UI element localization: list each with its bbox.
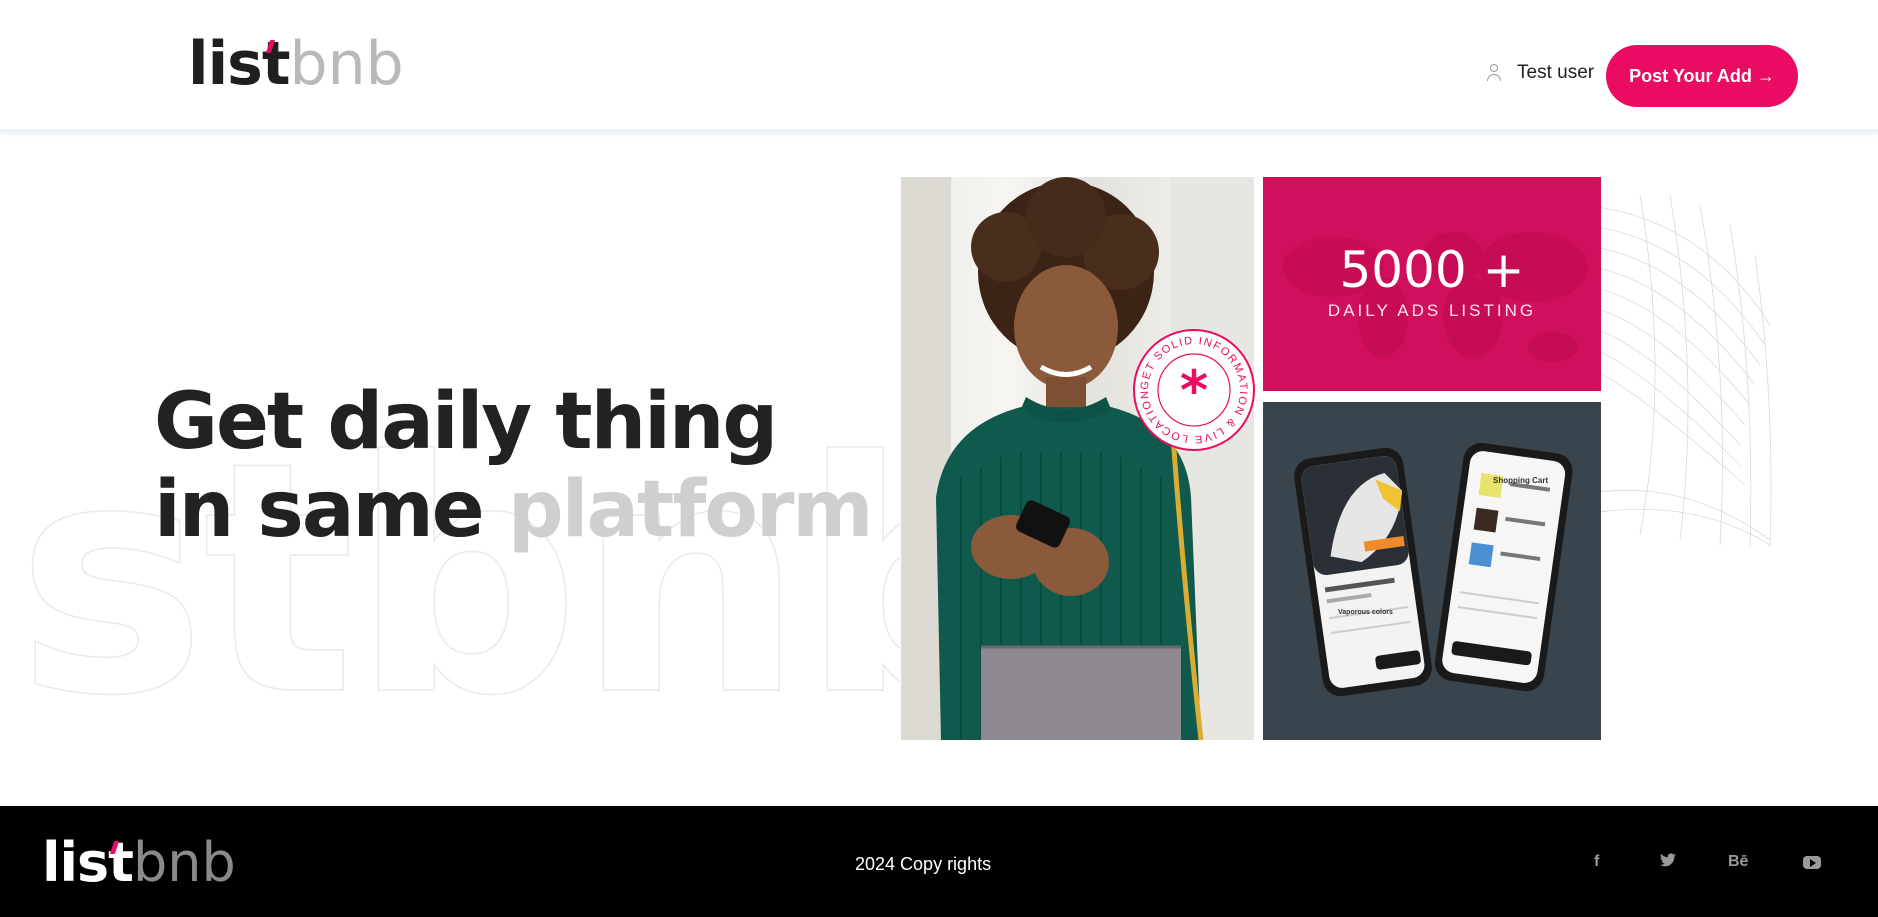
footer-logo-light-part: bnb [132,831,236,894]
hero-photo-woman-with-phone [901,177,1254,740]
user-icon [1485,63,1503,83]
site-footer: listbnb 2024 Copy rights f Bē [0,806,1878,917]
shopping-app-mockup: Shopping Cart Vaporous colors [1263,402,1601,740]
phone-product-title: Vaporous colors [1338,609,1393,616]
post-ad-button[interactable]: Post Your Add → [1606,45,1798,107]
facebook-icon[interactable]: f [1594,853,1599,871]
headline-line-2-light: platform [507,465,874,555]
phone-cart-title: Shopping Cart [1493,476,1549,485]
copyright-text: 2024 Copy rights [855,854,992,874]
twitter-icon[interactable] [1660,853,1676,872]
hero-headline: Get daily thing in same platform [154,377,874,555]
headline-line-1: Get daily thing [154,377,778,467]
stats-value: 5000 + [1339,241,1525,299]
site-header: listbnb Test user Post Your Add → [0,0,1878,132]
user-menu[interactable]: Test user [1485,62,1594,84]
user-name: Test user [1517,62,1595,83]
decorative-grid-lines [1580,195,1772,548]
footer-logo-dark-part: list [42,831,134,894]
youtube-icon[interactable] [1803,856,1821,869]
headline-line-2-dark: in same [154,465,508,555]
asterisk-icon: * [1179,359,1209,422]
behance-icon[interactable]: Bē [1728,853,1748,871]
stats-label: DAILY ADS LISTING [1327,301,1537,320]
logo-light-part: bnb [289,29,404,99]
site-logo[interactable]: listbnb [188,34,404,94]
stats-card: 5000 + DAILY ADS LISTING [1263,177,1601,391]
footer-logo[interactable]: listbnb [42,836,236,890]
